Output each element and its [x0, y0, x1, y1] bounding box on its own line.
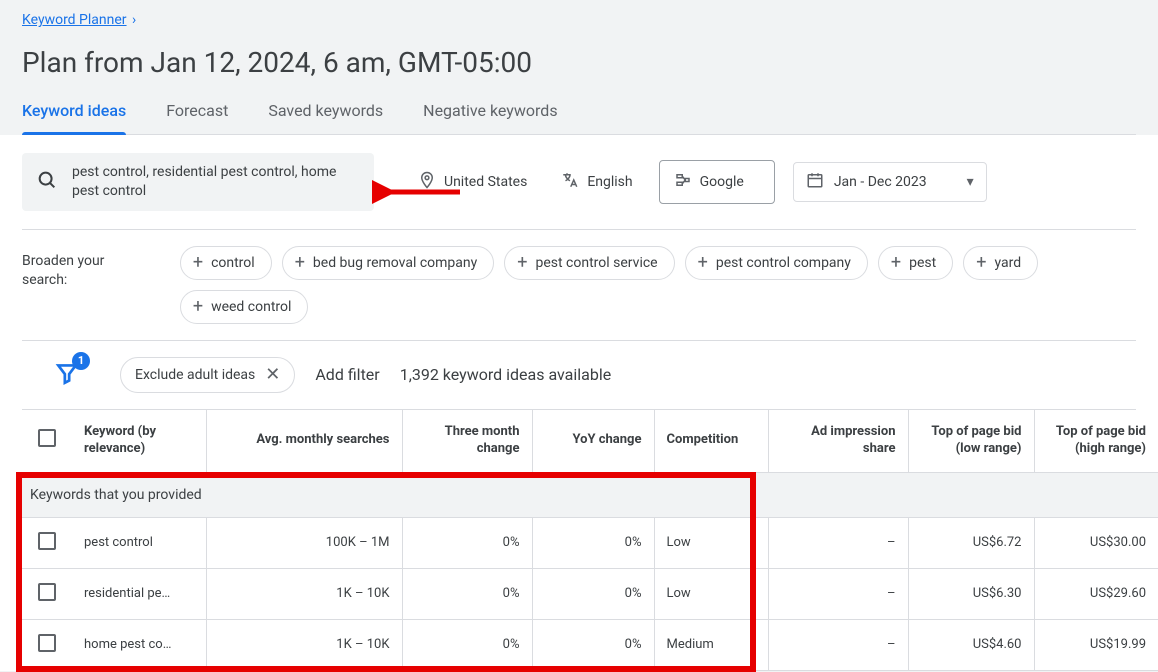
chip-control[interactable]: +control — [180, 246, 272, 280]
yoy-cell: 0% — [532, 619, 654, 670]
bid-low-cell: US$6.72 — [908, 517, 1034, 568]
language-label: English — [587, 174, 632, 190]
col-bid-high[interactable]: Top of page bid (high range) — [1034, 410, 1158, 472]
filter-row: 1 Exclude adult ideas ✕ Add filter 1,392… — [22, 341, 1136, 410]
col-competition[interactable]: Competition — [654, 410, 768, 472]
bid-high-cell: US$29.60 — [1034, 568, 1158, 619]
bid-high-cell: US$19.99 — [1034, 619, 1158, 670]
language-icon — [561, 171, 579, 193]
col-ad-share[interactable]: Ad impression share — [768, 410, 908, 472]
calendar-icon — [806, 171, 824, 193]
group-header-row: Keywords that you provided — [22, 472, 1158, 517]
date-range-picker[interactable]: Jan - Dec 2023 ▾ — [793, 162, 987, 202]
broaden-label: Broaden your search: — [22, 246, 148, 291]
tab-saved-keywords[interactable]: Saved keywords — [268, 101, 383, 134]
plus-icon: + — [698, 254, 708, 272]
breadcrumb-link[interactable]: Keyword Planner — [22, 12, 127, 28]
table-row: pest control 100K – 1M 0% 0% Low – US$6.… — [22, 517, 1158, 568]
broaden-row: Broaden your search: +control +bed bug r… — [22, 230, 1136, 341]
dropdown-icon: ▾ — [967, 174, 974, 190]
table-row: home pest co… 1K – 10K 0% 0% Medium – US… — [22, 619, 1158, 670]
keyword-cell[interactable]: residential pe… — [84, 586, 194, 601]
row-checkbox[interactable] — [38, 532, 56, 550]
chip-pest-control-service[interactable]: +pest control service — [504, 246, 674, 280]
keyword-search-box[interactable]: pest control, residential pest control, … — [22, 153, 374, 211]
bid-low-cell: US$6.30 — [908, 568, 1034, 619]
network-scope[interactable]: Google — [659, 160, 775, 204]
ideas-count: 1,392 keyword ideas available — [400, 365, 612, 384]
competition-cell: Low — [654, 568, 768, 619]
plus-icon: + — [517, 254, 527, 272]
tabs: Keyword ideas Forecast Saved keywords Ne… — [22, 101, 1136, 135]
plus-icon: + — [193, 254, 203, 272]
location-pin-icon — [418, 171, 436, 193]
plus-icon: + — [193, 298, 203, 316]
row-checkbox[interactable] — [38, 583, 56, 601]
network-icon — [674, 171, 692, 193]
chip-bed-bug-removal[interactable]: +bed bug removal company — [282, 246, 495, 280]
keyword-cell[interactable]: home pest co… — [84, 637, 194, 652]
broaden-chips: +control +bed bug removal company +pest … — [180, 246, 1136, 324]
plus-icon: + — [295, 254, 305, 272]
network-label: Google — [700, 174, 744, 190]
three-month-cell: 0% — [402, 568, 532, 619]
bid-low-cell: US$4.60 — [908, 619, 1034, 670]
search-row: pest control, residential pest control, … — [22, 135, 1136, 230]
row-checkbox[interactable] — [38, 634, 56, 652]
col-avg[interactable]: Avg. monthly searches — [206, 410, 402, 472]
table-row: residential pe… 1K – 10K 0% 0% Low – US$… — [22, 568, 1158, 619]
chip-weed-control[interactable]: +weed control — [180, 290, 309, 324]
tab-negative-keywords[interactable]: Negative keywords — [423, 101, 557, 134]
filter-pill-exclude-adult[interactable]: Exclude adult ideas ✕ — [120, 357, 295, 393]
breadcrumb: Keyword Planner › — [22, 12, 1136, 28]
avg-cell: 1K – 10K — [206, 568, 402, 619]
close-icon[interactable]: ✕ — [265, 366, 280, 384]
plus-icon: + — [891, 254, 901, 272]
location-label: United States — [444, 174, 527, 190]
ad-share-cell: – — [768, 517, 908, 568]
chevron-right-icon: › — [129, 12, 137, 28]
chip-pest-control-company[interactable]: +pest control company — [685, 246, 868, 280]
tab-keyword-ideas[interactable]: Keyword ideas — [22, 101, 126, 134]
location-scope[interactable]: United States — [410, 171, 535, 193]
competition-cell: Low — [654, 517, 768, 568]
date-range-label: Jan - Dec 2023 — [834, 174, 927, 190]
search-query-text: pest control, residential pest control, … — [72, 163, 360, 201]
page-title: Plan from Jan 12, 2024, 6 am, GMT-05:00 — [22, 46, 1136, 79]
plus-icon: + — [976, 254, 986, 272]
col-three-month[interactable]: Three month change — [402, 410, 532, 472]
competition-cell: Medium — [654, 619, 768, 670]
yoy-cell: 0% — [532, 517, 654, 568]
chip-pest[interactable]: +pest — [878, 246, 953, 280]
three-month-cell: 0% — [402, 619, 532, 670]
keyword-table: Keyword (by relevance) Avg. monthly sear… — [22, 410, 1158, 671]
language-scope[interactable]: English — [553, 171, 640, 193]
avg-cell: 100K – 1M — [206, 517, 402, 568]
three-month-cell: 0% — [402, 517, 532, 568]
col-keyword[interactable]: Keyword (by relevance) — [72, 410, 206, 472]
col-yoy[interactable]: YoY change — [532, 410, 654, 472]
ad-share-cell: – — [768, 619, 908, 670]
tab-forecast[interactable]: Forecast — [166, 101, 228, 134]
chip-yard[interactable]: +yard — [963, 246, 1038, 280]
add-filter-button[interactable]: Add filter — [315, 365, 379, 384]
avg-cell: 1K – 10K — [206, 619, 402, 670]
bid-high-cell: US$30.00 — [1034, 517, 1158, 568]
select-all-checkbox[interactable] — [38, 429, 56, 447]
filter-badge: 1 — [72, 352, 90, 370]
col-bid-low[interactable]: Top of page bid (low range) — [908, 410, 1034, 472]
yoy-cell: 0% — [532, 568, 654, 619]
keyword-cell[interactable]: pest control — [84, 535, 194, 550]
ad-share-cell: – — [768, 568, 908, 619]
search-icon — [36, 169, 58, 195]
filter-button[interactable]: 1 — [54, 360, 80, 390]
